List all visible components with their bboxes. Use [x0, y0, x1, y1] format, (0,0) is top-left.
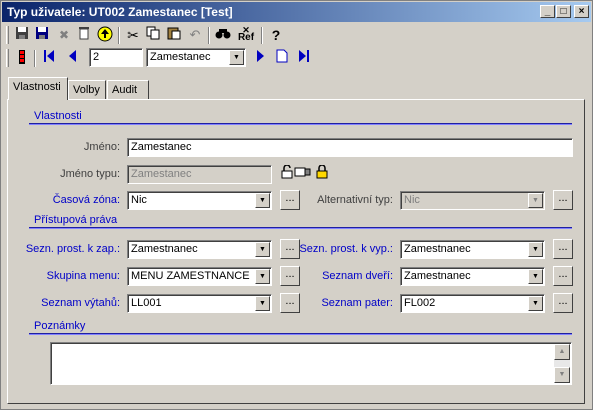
chevron-down-icon[interactable]: ▼ [528, 296, 543, 311]
sezn-prost-zap-value: Zamestnanec [131, 243, 198, 255]
sezn-prost-vyp-select[interactable]: Zamestnanec ▼ [400, 240, 545, 259]
section-divider [29, 227, 572, 229]
tab-vlastnosti[interactable]: Vlastnosti [8, 77, 68, 100]
seznam-pater-label[interactable]: Seznam pater: [321, 297, 393, 309]
seznam-dveri-value: Zamestnanec [404, 270, 471, 282]
lock-icon [313, 164, 331, 183]
close-button[interactable]: × [574, 5, 589, 18]
seznam-pater-select[interactable]: FL002 ▼ [400, 294, 545, 313]
last-record-icon[interactable] [295, 49, 313, 67]
tab-volby[interactable]: Volby [68, 80, 106, 99]
ref-icon-label: Ref [237, 32, 255, 43]
section-divider [29, 123, 572, 125]
tab-audit[interactable]: Audit [107, 80, 149, 99]
section-title-vlastnosti: Vlastnosti [34, 110, 82, 122]
seznam-dveri-label[interactable]: Seznam dveří: [322, 270, 393, 282]
chevron-down-icon[interactable]: ▼ [528, 242, 543, 257]
seznam-dveri-browse-button[interactable]: ... [553, 266, 573, 286]
help-icon[interactable]: ? [267, 26, 285, 44]
sezn-prost-zap-browse-button[interactable]: ... [280, 239, 300, 259]
alternativni-typ-select: Nic ▼ [400, 191, 545, 210]
sezn-prost-vyp-label[interactable]: Sezn. prost. k vyp.: [299, 243, 393, 255]
toolbar-grip [6, 49, 9, 67]
jmeno-label: Jméno: [83, 141, 120, 153]
notes-textarea[interactable]: ▲ ▼ [50, 342, 572, 385]
next-record-icon[interactable] [252, 49, 270, 67]
chevron-down-icon[interactable]: ▼ [255, 193, 270, 208]
cut-icon[interactable]: ✂ [124, 26, 142, 44]
skupina-menu-label[interactable]: Skupina menu: [47, 270, 120, 282]
scroll-down-icon[interactable]: ▼ [554, 367, 570, 383]
cancel-icon[interactable]: ✖ [55, 26, 73, 44]
alternativni-typ-value: Nic [404, 194, 420, 206]
copy-icon[interactable] [144, 26, 162, 44]
casova-zona-value: Nic [131, 194, 147, 206]
scroll-up-icon[interactable]: ▲ [554, 344, 570, 360]
chevron-down-icon: ▼ [528, 193, 543, 208]
record-select[interactable]: Zamestanec ▼ [146, 48, 246, 67]
casova-zona-browse-button[interactable]: ... [280, 190, 300, 210]
section-divider [29, 333, 572, 335]
record-select-value: Zamestanec [150, 51, 211, 63]
jmeno-typu-label: Jméno typu: [60, 168, 120, 180]
sezn-prost-zap-label[interactable]: Sezn. prost. k zap.: [26, 243, 120, 255]
previous-record-icon[interactable] [63, 49, 81, 67]
records-icon[interactable] [13, 49, 31, 67]
delete-icon[interactable] [75, 26, 93, 44]
casova-zona-select[interactable]: Nic ▼ [127, 191, 272, 210]
jmeno-field[interactable]: Zamestanec [127, 138, 573, 157]
jmeno-typu-field: Zamestanec [127, 165, 272, 184]
alternativni-typ-label: Alternativní typ: [317, 194, 393, 206]
save-icon[interactable] [13, 26, 31, 44]
ref-icon[interactable]: ✕ Ref [235, 26, 257, 44]
notes-scrollbar[interactable]: ▲ ▼ [554, 344, 570, 383]
toolbar-separator [34, 50, 36, 67]
sezn-prost-zap-select[interactable]: Zamestnanec ▼ [127, 240, 272, 259]
toolbar-separator [118, 27, 120, 44]
minimize-button[interactable]: _ [540, 5, 555, 18]
toolbar-main: ✖ ✂ ↶ ✕ Ref ? [3, 24, 591, 46]
seznam-pater-browse-button[interactable]: ... [553, 293, 573, 313]
window-title: Typ uživatele: UT002 Zamestanec [Test] [7, 5, 233, 19]
toolbar-separator [261, 27, 263, 44]
paste-icon[interactable] [165, 26, 183, 44]
seznam-dveri-select[interactable]: Zamestnanec ▼ [400, 267, 545, 286]
new-record-icon[interactable] [273, 49, 291, 67]
up-level-icon[interactable] [96, 26, 114, 44]
chevron-down-icon[interactable]: ▼ [229, 50, 244, 65]
save-close-icon[interactable] [33, 26, 51, 44]
translate-icon[interactable] [294, 165, 312, 183]
chevron-down-icon[interactable]: ▼ [528, 269, 543, 284]
seznam-pater-value: FL002 [404, 297, 436, 309]
seznam-vytahu-select[interactable]: LL001 ▼ [127, 294, 272, 313]
record-number-input[interactable]: 2 [89, 48, 143, 67]
skupina-menu-browse-button[interactable]: ... [280, 266, 300, 286]
toolbar-grip [6, 26, 9, 44]
seznam-vytahu-label[interactable]: Seznam výtahů: [41, 297, 120, 309]
chevron-down-icon[interactable]: ▼ [255, 296, 270, 311]
sezn-prost-vyp-value: Zamestnanec [404, 243, 471, 255]
section-title-pristupova-prava: Přístupová práva [34, 214, 118, 226]
seznam-vytahu-value: LL001 [131, 297, 162, 309]
casova-zona-label[interactable]: Časová zóna: [53, 194, 120, 206]
chevron-down-icon[interactable]: ▼ [255, 242, 270, 257]
main-window: Typ uživatele: UT002 Zamestanec [Test] _… [0, 0, 593, 410]
first-record-icon[interactable] [40, 49, 58, 67]
chevron-down-icon[interactable]: ▼ [255, 269, 270, 284]
undo-icon[interactable]: ↶ [186, 26, 204, 44]
alternativni-typ-browse-button[interactable]: ... [553, 190, 573, 210]
find-icon[interactable] [214, 26, 232, 44]
skupina-menu-value: MENU ZAMESTNANCE [131, 270, 250, 282]
maximize-button[interactable]: □ [556, 5, 571, 18]
toolbar-navigation: 2 Zamestanec ▼ [3, 47, 591, 69]
skupina-menu-select[interactable]: MENU ZAMESTNANCE ▼ [127, 267, 272, 286]
title-bar[interactable]: Typ uživatele: UT002 Zamestanec [Test] _… [2, 2, 591, 22]
toolbar-separator [208, 27, 210, 44]
sezn-prost-vyp-browse-button[interactable]: ... [553, 239, 573, 259]
section-title-poznamky: Poznámky [34, 320, 86, 332]
seznam-vytahu-browse-button[interactable]: ... [280, 293, 300, 313]
